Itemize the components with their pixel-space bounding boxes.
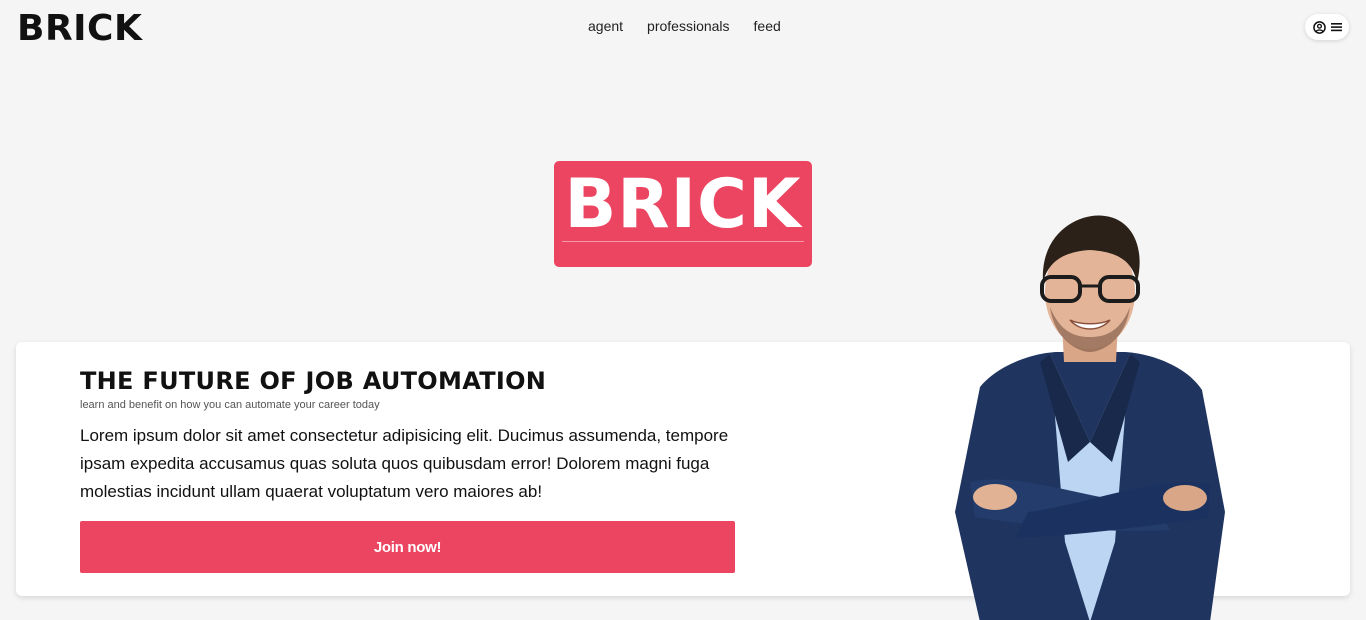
nav-agent[interactable]: agent bbox=[588, 18, 623, 34]
promo-body: Lorem ipsum dolor sit amet consectetur a… bbox=[80, 426, 729, 501]
promo-title: THE FUTURE OF JOB AUTOMATION bbox=[80, 367, 547, 395]
main-nav: agent professionals feed bbox=[588, 18, 781, 34]
brand-logo[interactable]: BRICK bbox=[17, 8, 142, 49]
hero-logo: BRICK bbox=[554, 161, 812, 267]
hamburger-icon bbox=[1330, 23, 1342, 32]
nav-professionals[interactable]: professionals bbox=[647, 18, 730, 34]
promo-subtitle: learn and benefit on how you can automat… bbox=[80, 399, 380, 411]
hero-logo-underline bbox=[562, 241, 804, 242]
hero-logo-text: BRICK bbox=[564, 165, 802, 244]
businessman-photo bbox=[955, 215, 1225, 620]
user-menu-button[interactable] bbox=[1305, 14, 1349, 40]
nav-feed[interactable]: feed bbox=[754, 18, 781, 34]
user-circle-icon bbox=[1312, 20, 1326, 34]
join-now-button[interactable]: Join now! bbox=[80, 521, 735, 573]
